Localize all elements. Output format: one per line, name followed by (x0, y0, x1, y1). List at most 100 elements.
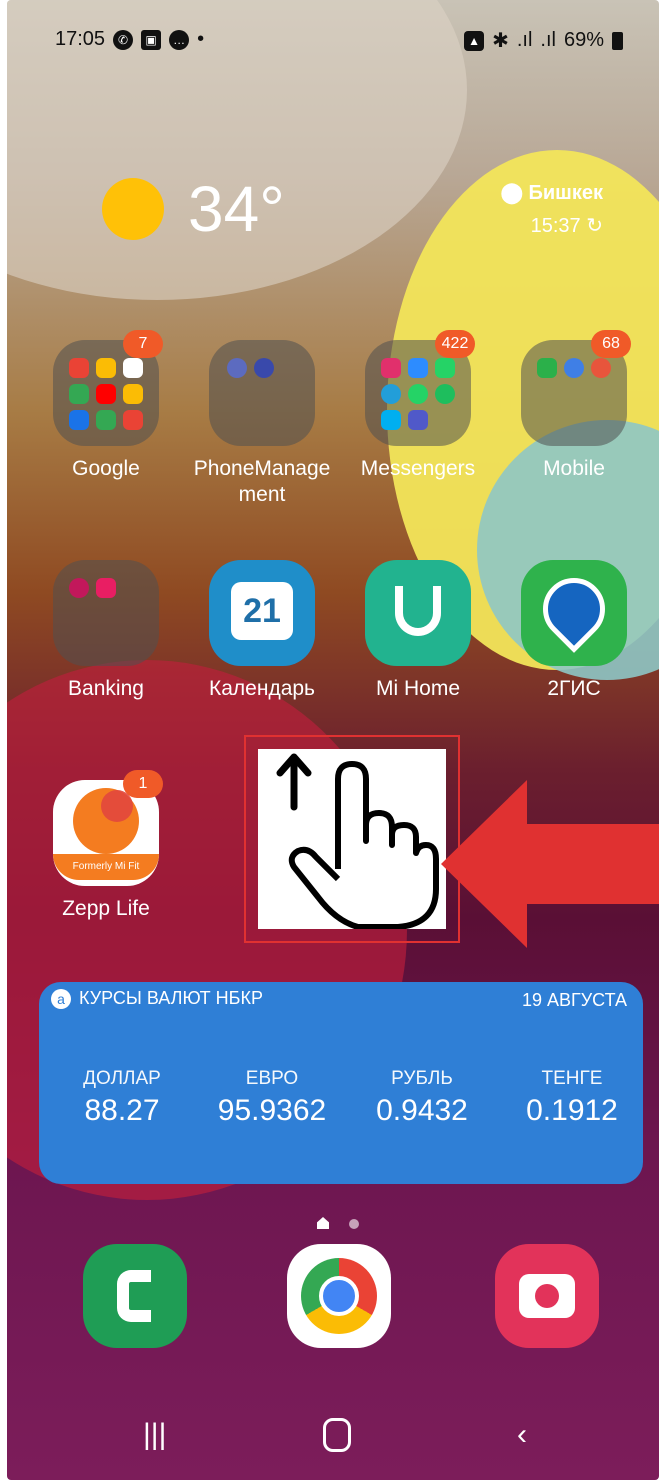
currency-kzt: ТЕНГЕ 0.1912 (497, 1068, 647, 1128)
red-arrow-icon (441, 780, 659, 948)
location-pin-icon: ⬤ (500, 182, 529, 204)
phone-glyph (117, 1270, 151, 1322)
mobile-folder-icon: 68 (521, 330, 631, 446)
currency-usd: ДОЛЛАР 88.27 (47, 1068, 197, 1128)
lock-icon: ▲ (464, 30, 485, 51)
app-phonemanagement-folder[interactable]: PhoneManage ment (187, 340, 337, 508)
app-label: Mi Home (375, 677, 460, 700)
chat-icon (435, 358, 455, 378)
weather-widget[interactable]: 34° (102, 172, 285, 246)
whatsapp-icon: ✆ (113, 29, 134, 50)
currency-name: РУБЛЬ (391, 1068, 453, 1089)
app-mihome[interactable]: Mi Home (343, 560, 493, 702)
app-label: Messengers (360, 457, 476, 480)
zepp-life-icon: Formerly Mi Fit 1 (53, 770, 163, 886)
battery-percent: 69% (563, 29, 604, 51)
calendar-icon: 21 (209, 560, 315, 666)
navigation-bar: ||| ‹ (7, 1396, 659, 1480)
app-label: Mobile (543, 457, 605, 480)
app-label: Zepp Life (62, 897, 150, 920)
currency-name: ЕВРО (245, 1068, 299, 1089)
app-2gis[interactable]: 2ГИС (499, 560, 649, 702)
mihome-icon (365, 560, 471, 666)
home-page-dot-icon (317, 1217, 329, 1229)
weather-updated-time: 15:37 ↻ (531, 213, 603, 238)
2gis-icon (521, 560, 627, 666)
app-label: 2ГИС (547, 677, 601, 700)
photos-icon (123, 410, 143, 430)
currency-name: ДОЛЛАР (83, 1068, 161, 1089)
youtube-icon (96, 384, 116, 404)
chrome-icon (96, 358, 116, 378)
app-google-folder[interactable]: 7 Google (31, 330, 181, 482)
refresh-icon[interactable]: ↻ (586, 215, 603, 237)
battery-icon (612, 31, 623, 50)
app-label: PhoneManage ment (193, 457, 331, 506)
app-label: Календарь (209, 677, 315, 700)
currency-value: 0.9432 (376, 1094, 468, 1127)
back-button[interactable]: ‹ (517, 1418, 527, 1452)
skype-icon (381, 410, 401, 430)
camera-lens (535, 1284, 559, 1308)
banking-folder-icon (53, 560, 159, 666)
widget-title: КУРСЫ ВАЛЮТ НБКР (79, 988, 263, 1008)
app-zepp-life[interactable]: Formerly Mi Fit 1 Zepp Life (31, 770, 181, 922)
settings-icon (227, 358, 247, 378)
drive-icon (123, 384, 143, 404)
app-mobile-folder[interactable]: 68 Mobile (499, 330, 649, 482)
chrome-app-icon[interactable] (287, 1244, 391, 1348)
recent-apps-button[interactable]: ||| (143, 1418, 166, 1452)
weather-city[interactable]: ⬤ Бишкек (501, 180, 603, 205)
currency-widget[interactable]: a КУРСЫ ВАЛЮТ НБКР 19 АВГУСТА ДОЛЛАР 88.… (39, 982, 643, 1184)
app-calendar[interactable]: 21 Календарь (187, 560, 337, 702)
bank-db-icon (69, 578, 89, 598)
currency-eur: ЕВРО 95.9362 (197, 1068, 347, 1128)
clock-icon (254, 358, 274, 378)
app-label: Banking (68, 677, 144, 700)
camera-app-icon[interactable] (495, 1244, 599, 1348)
home-button[interactable] (323, 1418, 351, 1452)
chrome-center (319, 1276, 359, 1316)
weather-city-label: Бишкек (528, 182, 603, 204)
instagram-icon (381, 358, 401, 378)
message-icon: … (169, 29, 190, 50)
whatsapp-business-icon (435, 384, 455, 404)
phonemanagement-folder-icon (209, 340, 315, 446)
contacts-mini-icon (591, 358, 611, 378)
widget-header: a КУРСЫ ВАЛЮТ НБКР (51, 988, 263, 1009)
zepp-subtitle: Formerly Mi Fit (53, 854, 159, 880)
signal-icon: .ıl (516, 29, 533, 51)
zoom-icon (408, 358, 428, 378)
messages-mini-icon (564, 358, 584, 378)
whatsapp-app-icon (408, 384, 428, 404)
currency-name: ТЕНГЕ (541, 1068, 603, 1089)
google-folder-icon: 7 (53, 330, 163, 446)
telegram-icon (381, 384, 401, 404)
phone-mini-icon (537, 358, 557, 378)
dot-icon: • (197, 28, 205, 50)
status-time: 17:05 (55, 28, 106, 50)
widget-date: 19 АВГУСТА (521, 990, 627, 1010)
mihome-glyph (395, 586, 441, 636)
notification-badge: 68 (591, 330, 631, 358)
gallery-icon: ▣ (141, 29, 162, 50)
notification-badge: 422 (435, 330, 475, 358)
teams-icon (408, 410, 428, 430)
map-pin-glyph (530, 565, 618, 653)
gmail-icon (123, 358, 143, 378)
phone-app-icon[interactable] (83, 1244, 187, 1348)
sun-icon (102, 178, 164, 240)
swipe-up-hand-illustration (258, 749, 446, 930)
google-search-icon (69, 358, 89, 378)
messengers-folder-icon: 422 (365, 330, 475, 446)
hand-pointer-icon (276, 753, 439, 930)
app-dock (7, 1244, 659, 1354)
page-indicator[interactable] (317, 1216, 360, 1234)
status-bar: 17:05 ✆ ▣ … • ▲ ✱ .ıl .ıl 69% (7, 20, 659, 60)
notification-badge: 1 (123, 770, 163, 798)
weather-temperature: 34° (188, 173, 285, 245)
weather-time-label: 15:37 (530, 215, 581, 237)
currency-value: 0.1912 (526, 1094, 618, 1127)
app-banking-folder[interactable]: Banking (31, 560, 181, 702)
app-messengers-folder[interactable]: 422 Messengers (343, 330, 493, 482)
